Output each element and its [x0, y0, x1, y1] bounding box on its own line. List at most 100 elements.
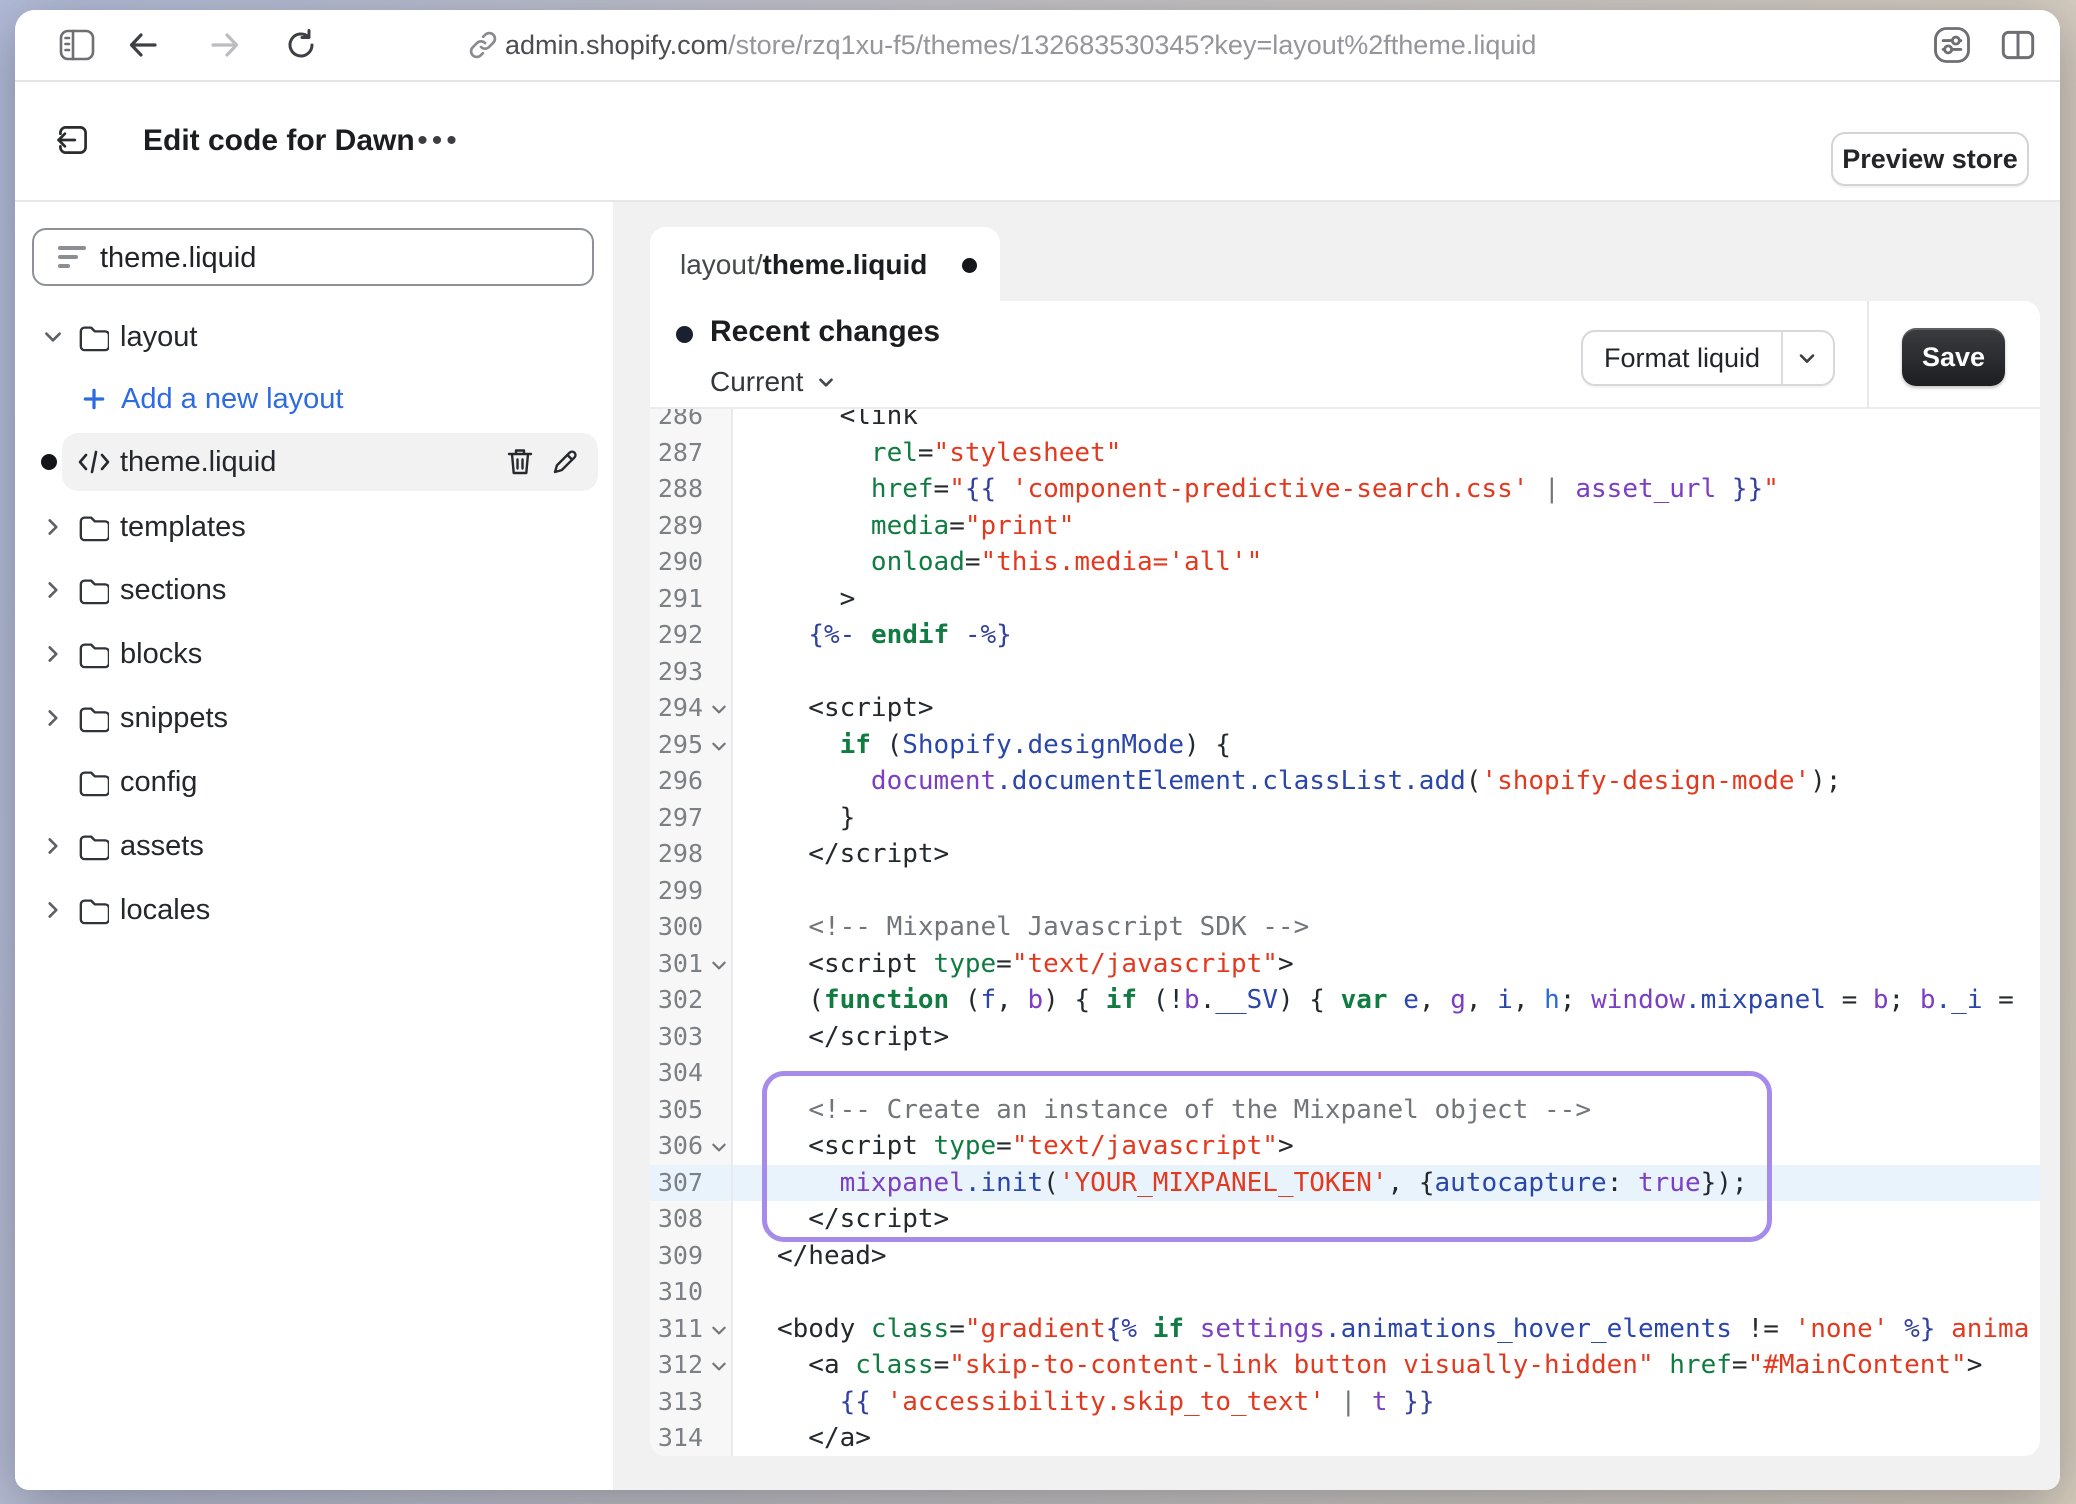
code-line-305[interactable]: 305 <!-- Create an instance of the Mixpa…: [650, 1092, 2040, 1129]
chevron-right-icon[interactable]: [42, 623, 64, 685]
code-line-295[interactable]: 295 if (Shopify.designMode) {: [650, 727, 2040, 764]
code-line-294[interactable]: 294 <script>: [650, 690, 2040, 727]
sidebar-item-label: assets: [120, 815, 204, 877]
sidebar-item-layout[interactable]: layout: [15, 306, 613, 368]
chevron-down-icon[interactable]: [42, 306, 64, 368]
code-text: {{ 'accessibility.skip_to_text' | t }}: [733, 1384, 1434, 1421]
code-text: </a>: [733, 1420, 871, 1456]
line-number: 314: [650, 1420, 733, 1456]
code-line-291[interactable]: 291 >: [650, 581, 2040, 618]
code-line-314[interactable]: 314 </a>: [650, 1420, 2040, 1456]
sidebar-item-config[interactable]: config: [15, 751, 613, 813]
sidebar-item-locales[interactable]: locales: [15, 879, 613, 941]
code-text: rel="stylesheet": [733, 435, 1121, 472]
save-button[interactable]: Save: [1902, 328, 2005, 386]
sidebar-item-label: layout: [120, 306, 197, 368]
reload-button[interactable]: [277, 10, 325, 80]
file-sidebar: layoutAdd a new layouttheme.liquidtempla…: [15, 202, 613, 1490]
code-line-292[interactable]: 292 {%- endif -%}: [650, 617, 2040, 654]
chevron-right-icon[interactable]: [42, 687, 64, 749]
sidebar-item-sections[interactable]: sections: [15, 559, 613, 621]
sidebar-item-label: templates: [120, 496, 246, 558]
sidebar-item-blocks[interactable]: blocks: [15, 623, 613, 685]
sidebar-item-snippets[interactable]: snippets: [15, 687, 613, 749]
tab-theme-liquid[interactable]: layout/theme.liquid: [650, 227, 1000, 303]
back-button[interactable]: [119, 10, 167, 80]
format-liquid-menu-button[interactable]: [1781, 332, 1833, 384]
code-editor[interactable]: 286 <link287 rel="stylesheet"288 href="{…: [650, 409, 2040, 1456]
line-number: 290: [650, 544, 733, 581]
line-number: 288: [650, 471, 733, 508]
code-line-303[interactable]: 303 </script>: [650, 1019, 2040, 1056]
version-dropdown[interactable]: Current: [710, 363, 837, 401]
code-text: >: [733, 581, 855, 618]
code-line-306[interactable]: 306 <script type="text/javascript">: [650, 1128, 2040, 1165]
sidebar-item-assets[interactable]: assets: [15, 815, 613, 877]
code-line-312[interactable]: 312 <a class="skip-to-content-link butto…: [650, 1347, 2040, 1384]
exit-editor-button[interactable]: [45, 112, 101, 168]
rename-file-button[interactable]: [549, 431, 581, 493]
chevron-right-icon[interactable]: [42, 496, 64, 558]
code-text: [733, 1055, 777, 1092]
code-line-304[interactable]: 304: [650, 1055, 2040, 1092]
url-field[interactable]: admin.shopify.com/store/rzq1xu-f5/themes…: [505, 10, 1536, 80]
sidebar-item-templates[interactable]: templates: [15, 496, 613, 558]
code-text: onload="this.media='all'": [733, 544, 1262, 581]
file-search-input[interactable]: [98, 230, 582, 286]
fold-chevron-icon[interactable]: [710, 1321, 728, 1339]
sidebar-toggle-icon[interactable]: [53, 10, 101, 80]
delete-file-button[interactable]: [504, 431, 536, 493]
browser-window: admin.shopify.com/store/rzq1xu-f5/themes…: [15, 10, 2060, 1490]
code-line-307[interactable]: 307 mixpanel.init('YOUR_MIXPANEL_TOKEN',…: [650, 1165, 2040, 1202]
code-text: [733, 873, 777, 910]
url-path: /store/rzq1xu-f5/themes/132683530345?key…: [728, 30, 1536, 61]
fold-chevron-icon[interactable]: [710, 737, 728, 755]
fold-chevron-icon[interactable]: [710, 1357, 728, 1375]
code-line-293[interactable]: 293: [650, 654, 2040, 691]
code-line-308[interactable]: 308 </script>: [650, 1201, 2040, 1238]
line-number: 298: [650, 836, 733, 873]
chevron-down-icon: [1795, 346, 1819, 370]
line-number: 305: [650, 1092, 733, 1129]
code-line-297[interactable]: 297 }: [650, 800, 2040, 837]
sidebar-item-add-a-new-layout[interactable]: Add a new layout: [15, 368, 613, 430]
split-view-icon[interactable]: [1991, 10, 2045, 80]
code-line-290[interactable]: 290 onload="this.media='all'": [650, 544, 2040, 581]
code-line-301[interactable]: 301 <script type="text/javascript">: [650, 946, 2040, 983]
code-line-298[interactable]: 298 </script>: [650, 836, 2040, 873]
fold-chevron-icon[interactable]: [710, 1138, 728, 1156]
code-line-299[interactable]: 299: [650, 873, 2040, 910]
code-line-302[interactable]: 302 (function (f, b) { if (!b.__SV) { va…: [650, 982, 2040, 1019]
code-line-289[interactable]: 289 media="print": [650, 508, 2040, 545]
code-line-300[interactable]: 300 <!-- Mixpanel Javascript SDK -->: [650, 909, 2040, 946]
fold-chevron-icon[interactable]: [710, 700, 728, 718]
code-line-287[interactable]: 287 rel="stylesheet": [650, 435, 2040, 472]
code-line-313[interactable]: 313 {{ 'accessibility.skip_to_text' | t …: [650, 1384, 2040, 1421]
code-text: {%- endif -%}: [733, 617, 1012, 654]
tab-label: layout/theme.liquid: [680, 227, 927, 303]
line-number: 307: [650, 1165, 733, 1202]
code-line-310[interactable]: 310: [650, 1274, 2040, 1311]
app-header: Edit code for Dawn ••• Preview store: [15, 82, 2060, 202]
chevron-right-icon[interactable]: [42, 559, 64, 621]
chevron-right-icon[interactable]: [42, 879, 64, 941]
sidebar-item-label: theme.liquid: [120, 431, 276, 493]
code-line-309[interactable]: 309</head>: [650, 1238, 2040, 1275]
fold-chevron-icon[interactable]: [710, 956, 728, 974]
line-number: 295: [650, 727, 733, 764]
more-actions-button[interactable]: •••: [411, 116, 467, 166]
format-liquid-button[interactable]: Format liquid: [1583, 332, 1783, 384]
code-line-311[interactable]: 311<body class="gradient{% if settings.a…: [650, 1311, 2040, 1348]
page-settings-icon[interactable]: [1925, 10, 1979, 80]
code-line-296[interactable]: 296 document.documentElement.classList.a…: [650, 763, 2040, 800]
line-number: 292: [650, 617, 733, 654]
code-text: <a class="skip-to-content-link button vi…: [733, 1347, 1982, 1384]
chevron-right-icon[interactable]: [42, 815, 64, 877]
plus-icon: [81, 368, 107, 430]
preview-store-button[interactable]: Preview store: [1831, 132, 2029, 186]
line-number: 294: [650, 690, 733, 727]
sidebar-item-theme-liquid[interactable]: theme.liquid: [15, 431, 613, 493]
code-line-286[interactable]: 286 <link: [650, 409, 2040, 435]
forward-button[interactable]: [201, 10, 249, 80]
code-line-288[interactable]: 288 href="{{ 'component-predictive-searc…: [650, 471, 2040, 508]
